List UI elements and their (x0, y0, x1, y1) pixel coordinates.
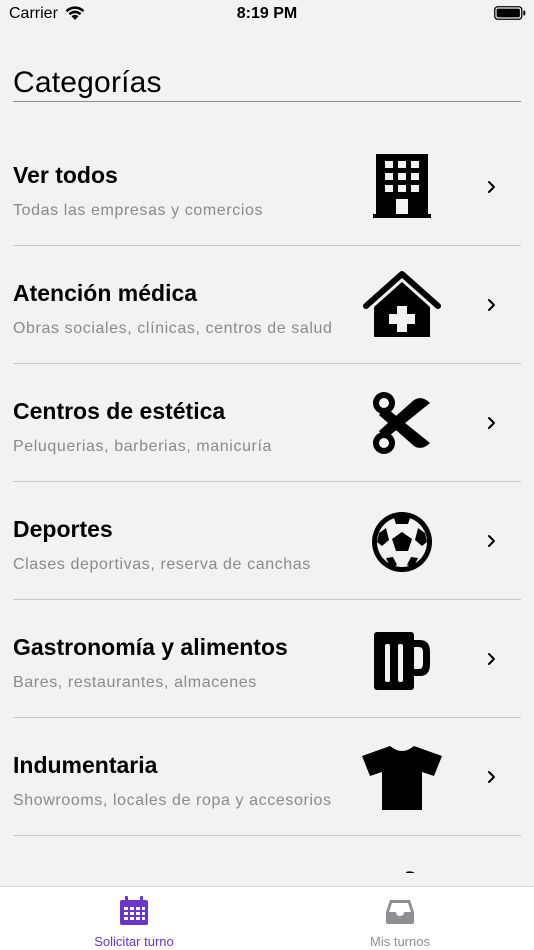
category-subtitle: Clases deportivas, reserva de canchas (13, 556, 311, 573)
shoe-icon (406, 871, 415, 873)
category-title: Deportes (13, 516, 113, 542)
category-subtitle: Showrooms, locales de ropa y accesorios (13, 792, 332, 809)
chevron-right-icon (488, 653, 495, 665)
page-title: Categorías (13, 66, 162, 99)
category-title: Atención médica (13, 280, 198, 306)
inbox-icon (386, 900, 414, 924)
category-row-atencion-medica[interactable]: Atención médica Obras sociales, clínicas… (0, 246, 534, 364)
category-row-ver-todos[interactable]: Ver todos Todas las empresas y comercios (0, 128, 534, 246)
calendar-icon (120, 896, 148, 925)
category-row-partial[interactable] (0, 836, 534, 873)
category-title: Centros de estética (13, 398, 226, 424)
chevron-right-icon (488, 299, 495, 311)
soccer-ball-icon (372, 512, 432, 572)
chevron-right-icon (488, 771, 495, 783)
battery-icon (494, 6, 526, 20)
category-subtitle: Bares, restaurantes, almacenes (13, 674, 257, 691)
tab-label: Mis turnos (370, 934, 430, 949)
category-title: Indumentaria (13, 752, 158, 778)
status-time: 8:19 PM (236, 5, 298, 22)
tab-label: Solicitar turno (94, 934, 174, 949)
tab-solicitar-turno[interactable]: Solicitar turno (34, 887, 234, 950)
category-list[interactable]: Ver todos Todas las empresas y comercios… (0, 128, 534, 873)
category-subtitle: Peluquerias, barberias, manicuría (13, 438, 273, 455)
chevron-right-icon (488, 417, 495, 429)
category-row-gastronomia[interactable]: Gastronomía y alimentos Bares, restauran… (0, 600, 534, 718)
clinic-icon (363, 271, 441, 337)
chevron-right-icon (488, 535, 495, 547)
category-title: Gastronomía y alimentos (13, 634, 288, 660)
tab-bar: Solicitar turno Mis turnos (0, 886, 534, 950)
beer-mug-icon (374, 632, 430, 690)
category-subtitle: Obras sociales, clínicas, centros de sal… (13, 320, 333, 337)
tab-mis-turnos[interactable]: Mis turnos (300, 887, 500, 950)
category-row-deportes[interactable]: Deportes Clases deportivas, reserva de c… (0, 482, 534, 600)
category-row-centros-de-estetica[interactable]: Centros de estética Peluquerias, barberi… (0, 364, 534, 482)
category-subtitle: Todas las empresas y comercios (13, 202, 264, 219)
scissors-icon (373, 392, 430, 454)
category-title: Ver todos (13, 162, 118, 188)
building-icon (373, 154, 431, 218)
chevron-right-icon (488, 181, 495, 193)
tshirt-icon (362, 746, 442, 810)
status-bar: Carrier 8:19 PM (0, 0, 534, 28)
category-title-partial (13, 870, 133, 873)
category-row-indumentaria[interactable]: Indumentaria Showrooms, locales de ropa … (0, 718, 534, 836)
title-divider (13, 101, 521, 102)
